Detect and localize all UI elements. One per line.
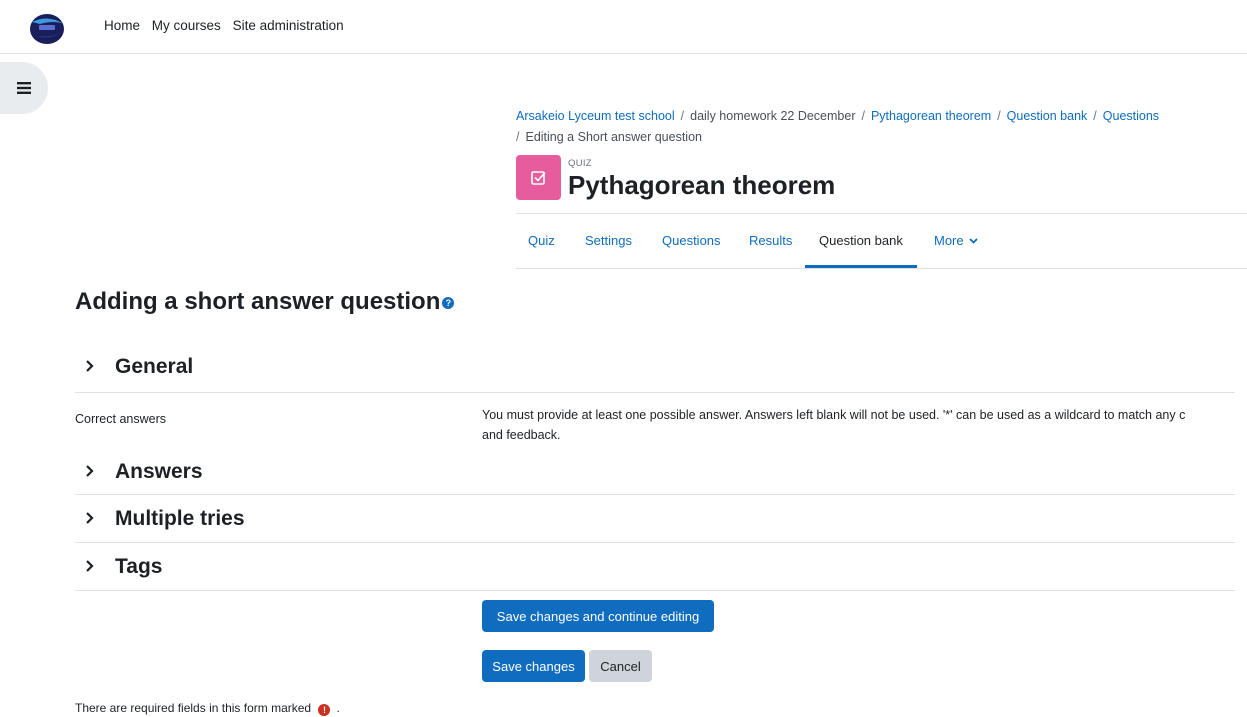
divider [75,392,1235,393]
required-fields-note: There are required fields in this form m… [75,701,340,716]
breadcrumb-item-school[interactable]: Arsakeio Lyceum test school [516,109,675,123]
form-heading: Adding a short answer question? [75,288,455,316]
section-multiple-tries-label: Multiple tries [115,507,245,530]
breadcrumb: Arsakeio Lyceum test school / daily homewo… [516,106,1236,148]
save-button[interactable]: Save changes [482,650,585,682]
divider [75,590,1235,591]
breadcrumb-separator: / [516,130,520,144]
breadcrumb-item-quiz[interactable]: Pythagorean theorem [871,109,991,123]
secondary-navigation: Quiz Settings Questions Results Question… [516,213,1247,269]
chevron-down-icon [969,238,978,244]
tab-questions[interactable]: Questions [662,214,721,268]
breadcrumb-separator: / [861,109,865,123]
cancel-button[interactable]: Cancel [589,650,652,682]
nav-site-administration-link[interactable]: Site administration [233,18,344,33]
tab-question-bank[interactable]: Question bank [805,214,917,268]
help-icon[interactable]: ? [442,296,455,309]
required-fields-note-end: . [336,701,340,715]
section-general[interactable]: General [75,355,1235,379]
page-title: Pythagorean theorem [568,170,836,200]
nav-my-courses-link[interactable]: My courses [152,18,221,33]
tab-quiz[interactable]: Quiz [528,214,555,268]
section-tags-label: Tags [115,555,163,578]
breadcrumb-item-question-bank[interactable]: Question bank [1007,109,1088,123]
breadcrumb-separator: / [680,109,685,123]
form-heading-text: Adding a short answer question [75,288,441,315]
required-fields-note-text: There are required fields in this form m… [75,701,312,715]
correct-answers-note-line1: You must provide at least one possible a… [482,408,1186,422]
breadcrumb-separator: / [997,109,1001,123]
site-logo[interactable] [24,8,72,48]
breadcrumb-item-questions[interactable]: Questions [1103,109,1159,123]
section-tags[interactable]: Tags [75,555,1235,579]
tab-more-label: More [934,233,964,248]
divider [75,494,1235,495]
correct-answers-label: Correct answers [75,412,166,426]
activity-type-label: QUIZ [568,158,592,169]
correct-answers-note-line2: and feedback. [482,428,561,442]
section-general-label: General [115,355,194,378]
breadcrumb-current: Editing a Short answer question [525,130,702,144]
chevron-right-icon [85,507,103,531]
top-navbar: Home My courses Site administration [0,0,1247,54]
required-icon: ! [318,704,331,716]
chevron-right-icon [85,355,103,379]
nav-home-link[interactable]: Home [104,18,140,33]
tab-settings[interactable]: Settings [585,214,632,268]
course-index-toggle[interactable] [0,62,48,114]
list-icon [17,82,31,94]
tab-results[interactable]: Results [749,214,792,268]
correct-answers-note: You must provide at least one possible a… [482,405,1242,445]
tab-more[interactable]: More [934,214,978,268]
checkbox-icon [530,170,546,185]
primary-navigation: Home My courses Site administration [104,18,352,33]
section-multiple-tries[interactable]: Multiple tries [75,507,1235,531]
chevron-right-icon [85,460,103,484]
divider [75,542,1235,543]
quiz-activity-icon [516,155,561,200]
save-and-continue-button[interactable]: Save changes and continue editing [482,600,714,632]
chevron-right-icon [85,555,103,579]
section-answers-label: Answers [115,460,203,483]
breadcrumb-separator: / [1093,109,1097,123]
section-answers[interactable]: Answers [75,460,1235,484]
breadcrumb-item-homework[interactable]: daily homework 22 December [690,109,855,123]
